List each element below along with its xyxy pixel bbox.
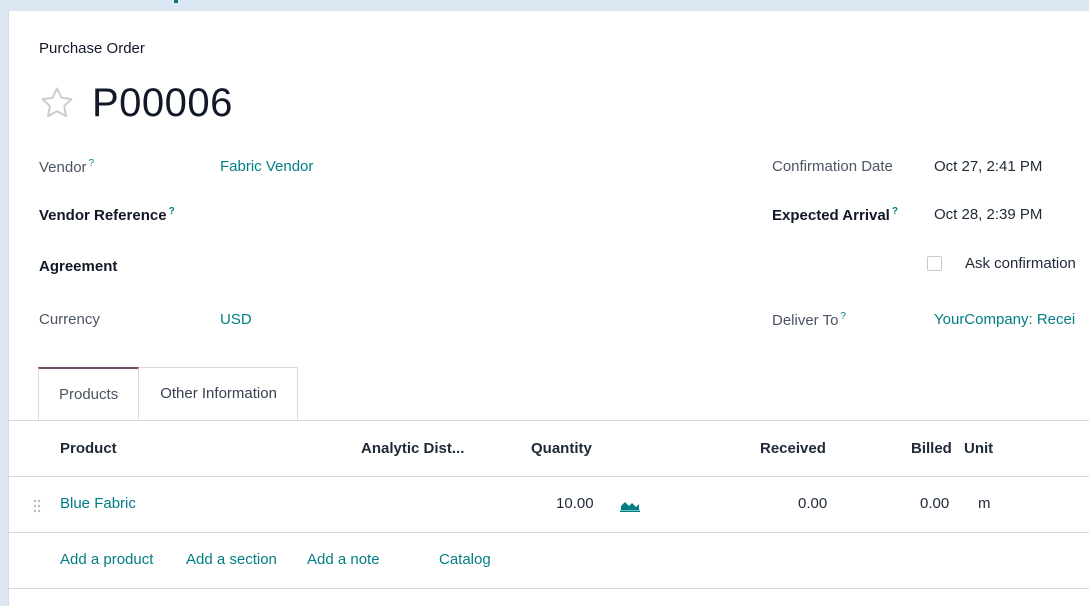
deliver-to-label: Deliver To? — [772, 311, 846, 329]
column-header-unit[interactable]: Unit — [964, 440, 993, 457]
help-icon[interactable]: ? — [892, 206, 898, 217]
add-section-button[interactable]: Add a section — [186, 551, 277, 568]
expected-arrival-label: Expected Arrival? — [772, 206, 898, 224]
row-product[interactable]: Blue Fabric — [60, 495, 136, 512]
vendor-reference-label: Vendor Reference? — [39, 206, 175, 224]
ask-confirmation-label: Ask confirmation — [965, 255, 1076, 272]
row-received[interactable]: 0.00 — [798, 495, 827, 512]
column-header-product[interactable]: Product — [60, 440, 117, 457]
add-product-button[interactable]: Add a product — [60, 551, 153, 568]
add-note-button[interactable]: Add a note — [307, 551, 380, 568]
drag-handle-icon[interactable] — [33, 498, 41, 514]
catalog-button[interactable]: Catalog — [439, 551, 491, 568]
deliver-to-field[interactable]: YourCompany: Recei — [934, 311, 1075, 328]
column-header-analytic[interactable]: Analytic Dist... — [361, 440, 464, 457]
column-header-quantity[interactable]: Quantity — [531, 440, 592, 457]
table-bottom-border — [8, 588, 1089, 589]
title-row: P00006 — [38, 78, 233, 128]
expected-arrival-field[interactable]: Oct 28, 2:39 PM — [934, 206, 1042, 223]
vendor-label-text: Vendor — [39, 159, 87, 176]
top-strip — [0, 0, 1089, 11]
star-icon[interactable] — [38, 84, 76, 122]
header-divider — [8, 476, 1089, 477]
row-divider — [8, 532, 1089, 533]
help-icon[interactable]: ? — [169, 206, 175, 217]
row-unit[interactable]: m — [978, 495, 991, 512]
currency-label: Currency — [39, 311, 100, 328]
column-header-billed[interactable]: Billed — [911, 440, 952, 457]
table-top-border — [8, 420, 1089, 421]
record-number: P00006 — [92, 80, 233, 125]
notebook-tabs: Products Other Information — [38, 367, 298, 421]
deliver-to-label-text: Deliver To — [772, 312, 839, 329]
tab-other-information[interactable]: Other Information — [139, 367, 298, 420]
top-accent-mark — [174, 0, 178, 3]
ask-confirmation-checkbox[interactable] — [927, 256, 942, 271]
currency-field[interactable]: USD — [220, 311, 252, 328]
tab-products[interactable]: Products — [38, 367, 140, 420]
agreement-label: Agreement — [39, 258, 118, 275]
vendor-label: Vendor? — [39, 158, 94, 176]
help-icon[interactable]: ? — [840, 311, 846, 322]
breadcrumb: Purchase Order — [39, 40, 145, 57]
row-billed[interactable]: 0.00 — [920, 495, 949, 512]
expected-arrival-label-text: Expected Arrival — [772, 207, 890, 224]
column-header-received[interactable]: Received — [760, 440, 826, 457]
forecast-chart-icon[interactable] — [620, 498, 640, 512]
confirmation-date-field[interactable]: Oct 27, 2:41 PM — [934, 158, 1042, 175]
vendor-reference-label-text: Vendor Reference — [39, 207, 167, 224]
confirmation-date-label: Confirmation Date — [772, 158, 893, 175]
vendor-field[interactable]: Fabric Vendor — [220, 158, 313, 175]
row-quantity[interactable]: 10.00 — [556, 495, 594, 512]
help-icon[interactable]: ? — [89, 158, 95, 169]
